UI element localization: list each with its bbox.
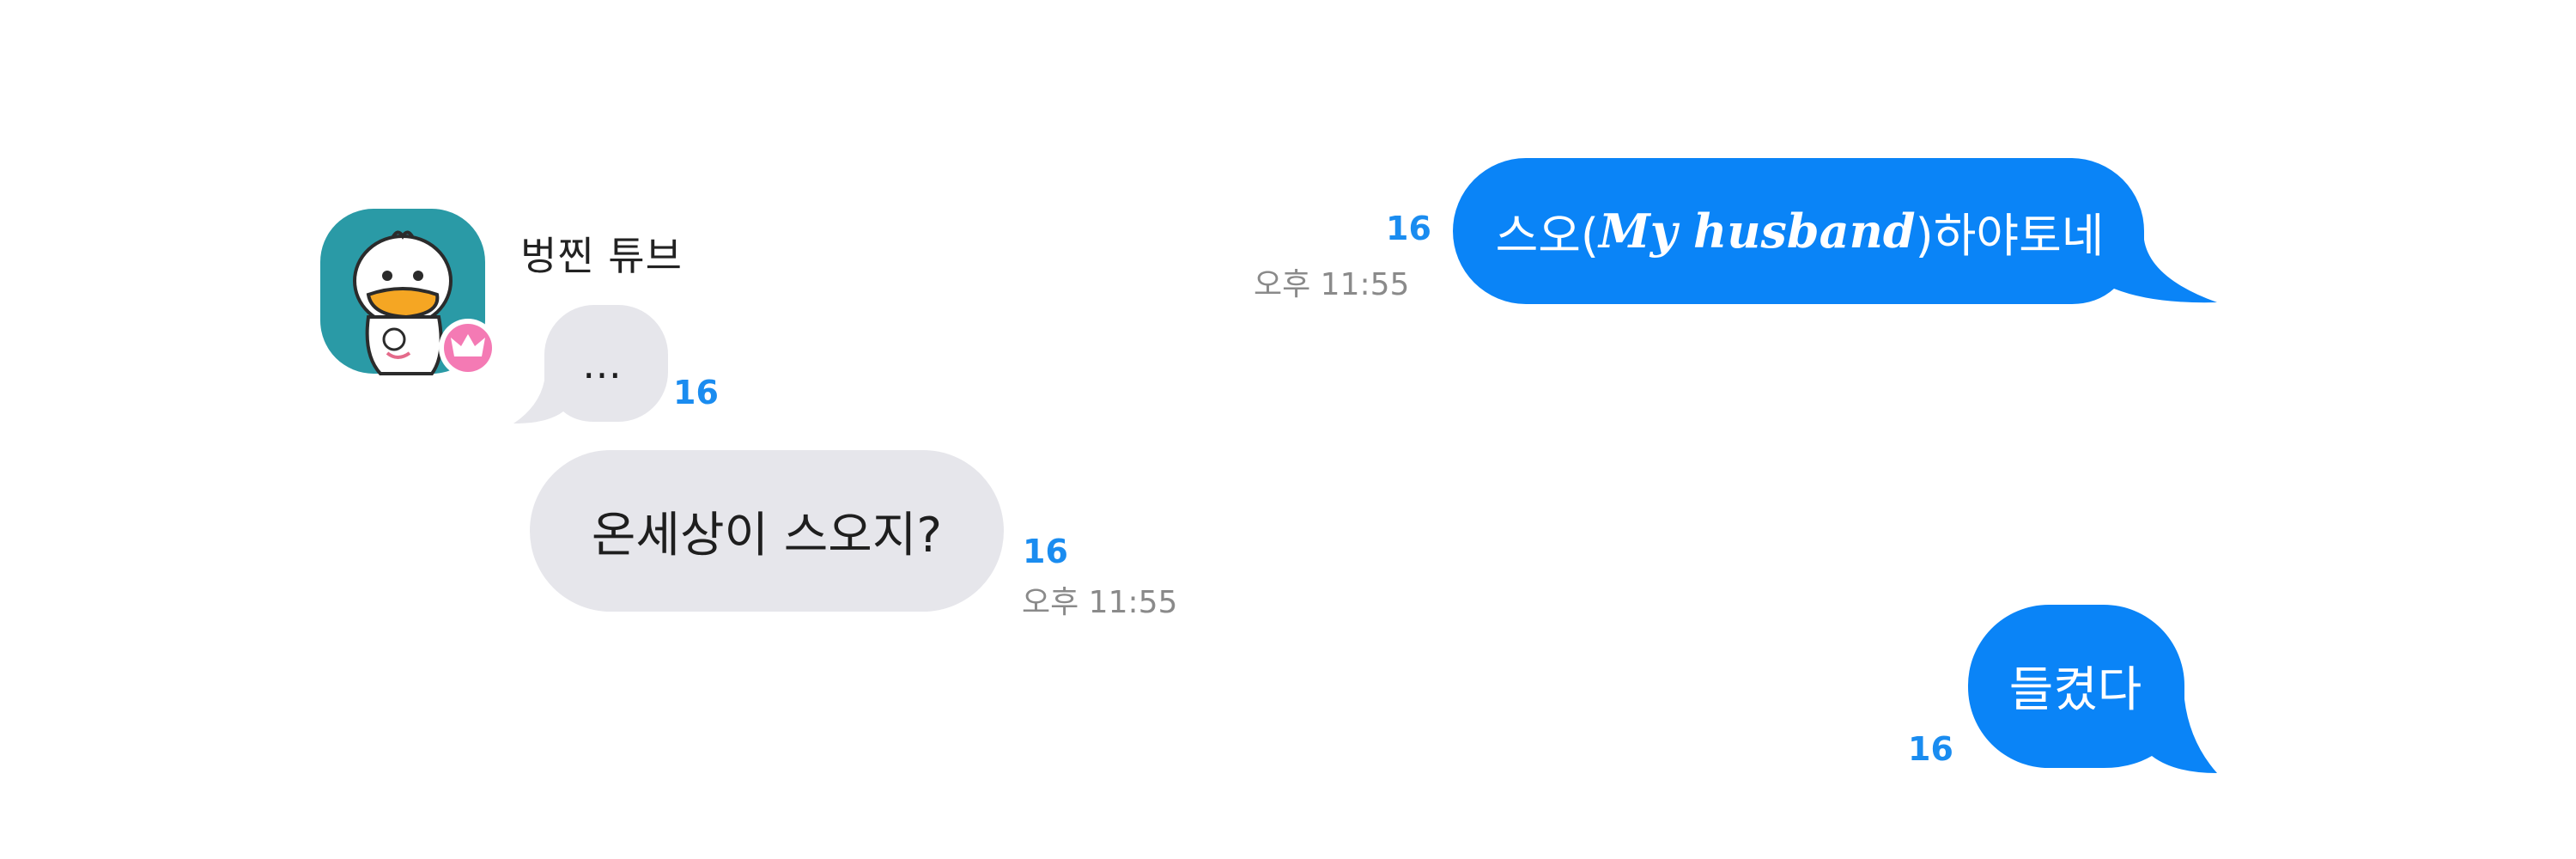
outgoing-message-bubble[interactable]: 스오(My husband)하야토네	[1453, 158, 2217, 304]
message-timestamp: 오후 11:55	[1254, 267, 1410, 302]
incoming-message-text: …	[582, 341, 622, 387]
duck-character-avatar-icon	[320, 209, 497, 377]
sender-name: 벙찐 튜브	[520, 233, 683, 279]
message-text-italic: My husband	[1599, 204, 1916, 259]
unread-count: 16	[673, 374, 719, 411]
message-timestamp: 오후 11:55	[1022, 585, 1178, 620]
message-text-part: 스오(	[1495, 208, 1599, 263]
incoming-message-bubble[interactable]: …	[513, 305, 668, 425]
incoming-message-bubble[interactable]: 온세상이 스오지?	[530, 450, 1004, 612]
outgoing-message-text: 스오(My husband)하야토네	[1453, 158, 2147, 304]
incoming-message-text: 온세상이 스오지?	[591, 507, 943, 564]
message-text-part: )하야토네	[1915, 208, 2105, 263]
unread-count: 16	[1386, 210, 1431, 247]
outgoing-message-text: 들켰다	[2008, 661, 2142, 718]
unread-count: 16	[1023, 533, 1068, 570]
outgoing-message-bubble[interactable]: 들켰다	[1967, 605, 2217, 775]
avatar[interactable]	[320, 209, 501, 379]
unread-count: 16	[1908, 730, 1953, 768]
